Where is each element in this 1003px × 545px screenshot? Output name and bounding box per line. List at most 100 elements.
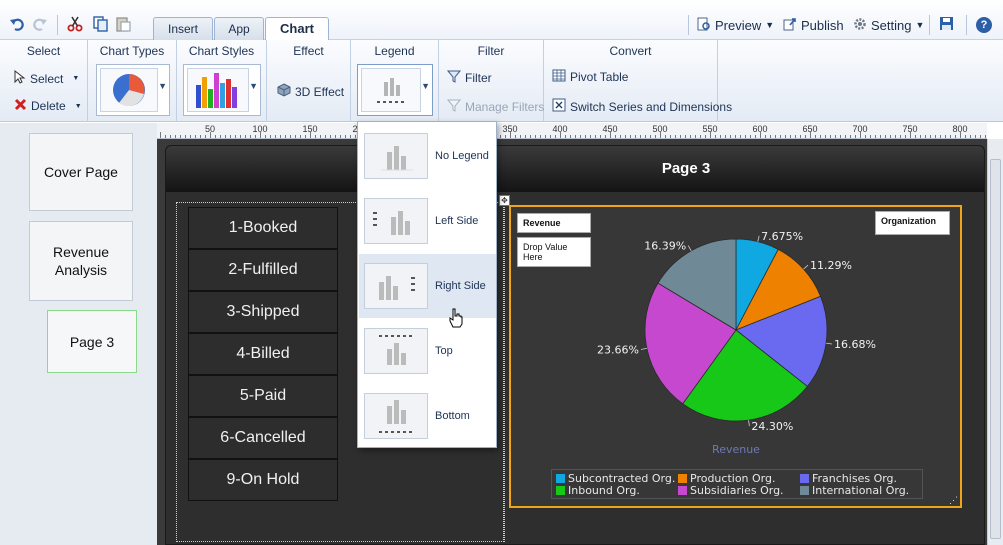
ruler-tick bbox=[540, 135, 541, 138]
ruler-tick bbox=[520, 135, 521, 138]
status-item[interactable]: 6-Cancelled bbox=[188, 417, 338, 459]
status-item[interactable]: 9-On Hold bbox=[188, 459, 338, 501]
chevron-down-icon[interactable]: ▼ bbox=[158, 81, 167, 91]
hand-cursor-icon bbox=[448, 308, 464, 331]
preview-button[interactable]: Preview ▼ bbox=[697, 15, 774, 35]
toolbar-separator bbox=[966, 15, 967, 35]
status-item[interactable]: 1-Booked bbox=[188, 207, 338, 249]
legend-gallery[interactable]: ▼ bbox=[357, 64, 433, 116]
copy-button[interactable] bbox=[91, 14, 109, 34]
legend-label: Inbound Org. bbox=[568, 484, 640, 497]
undo-button[interactable] bbox=[8, 14, 26, 34]
legend-option-left[interactable]: Left Side bbox=[359, 189, 496, 253]
ruler-tick bbox=[705, 135, 706, 138]
help-button[interactable]: ? bbox=[976, 15, 992, 35]
ruler-tick bbox=[300, 135, 301, 138]
paste-icon bbox=[114, 15, 132, 33]
pie-data-label: 16.39% bbox=[644, 240, 686, 253]
chart-legend: Subcontracted Org. Production Org. Franchi… bbox=[551, 469, 923, 499]
filter-button[interactable]: Filter bbox=[446, 69, 492, 86]
ruler-tick bbox=[310, 132, 311, 138]
ruler-tick bbox=[210, 132, 211, 138]
paste-button[interactable] bbox=[114, 14, 132, 34]
chevron-down-icon[interactable]: ▼ bbox=[421, 81, 430, 91]
bar-chart-style-icon bbox=[187, 68, 249, 112]
ruler-tick bbox=[610, 132, 611, 138]
cut-button[interactable] bbox=[66, 14, 84, 34]
ruler-tick bbox=[240, 135, 241, 138]
ruler-tick bbox=[175, 135, 176, 138]
ruler-tick bbox=[640, 135, 641, 138]
ruler-tick bbox=[935, 135, 936, 138]
status-item[interactable]: 2-Fulfilled bbox=[188, 249, 338, 291]
ruler-tick bbox=[840, 135, 841, 138]
tab-insert[interactable]: Insert bbox=[153, 17, 213, 40]
status-item[interactable]: 4-Billed bbox=[188, 333, 338, 375]
3d-effect-button[interactable]: 3D Effect bbox=[277, 83, 344, 100]
pivot-table-button[interactable]: Pivot Table bbox=[552, 69, 628, 85]
resize-grip-icon[interactable]: ⋰ bbox=[949, 495, 958, 506]
ruler-tick bbox=[235, 135, 236, 138]
switch-series-button[interactable]: Switch Series and Dimensions bbox=[552, 98, 732, 115]
filter-group: Filter Filter Manage Filters bbox=[439, 40, 544, 122]
manage-filters-label: Manage Filters bbox=[465, 99, 545, 114]
ruler-tick bbox=[940, 135, 941, 138]
tab-chart[interactable]: Chart bbox=[265, 17, 329, 41]
chevron-down-icon[interactable]: ▼ bbox=[249, 81, 258, 91]
ruler-tick bbox=[825, 135, 826, 138]
legend-option-bottom[interactable]: Bottom bbox=[359, 384, 496, 448]
ruler-tick bbox=[855, 135, 856, 138]
legend-bottom-icon bbox=[364, 393, 428, 439]
legend-option-none[interactable]: No Legend bbox=[359, 124, 496, 188]
vertical-scrollbar[interactable] bbox=[987, 139, 1003, 545]
ruler-tick bbox=[905, 135, 906, 138]
chevron-down-icon: ▼ bbox=[74, 102, 82, 110]
ruler-tick bbox=[600, 135, 601, 138]
status-item[interactable]: 5-Paid bbox=[188, 375, 338, 417]
ruler-tick bbox=[270, 135, 271, 138]
legend-left-icon bbox=[364, 198, 428, 244]
pie-leader-line bbox=[825, 342, 833, 345]
ruler-tick bbox=[780, 135, 781, 138]
ruler-tick bbox=[890, 135, 891, 138]
ruler-tick bbox=[710, 132, 711, 138]
status-item[interactable]: 3-Shipped bbox=[188, 291, 338, 333]
publish-button[interactable]: Publish bbox=[783, 15, 844, 35]
filter-title: Filter bbox=[477, 44, 505, 58]
ruler-tick bbox=[805, 135, 806, 138]
chart-style-gallery[interactable]: ▼ bbox=[183, 64, 261, 116]
scissors-icon bbox=[66, 15, 84, 33]
legend-item: Subsidiaries Org. bbox=[678, 484, 784, 497]
pie-leader-line bbox=[757, 235, 760, 242]
select-button[interactable]: Select ▼ bbox=[14, 69, 79, 87]
ruler-tick bbox=[765, 135, 766, 138]
delete-x-icon bbox=[14, 98, 27, 114]
scrollbar-thumb[interactable] bbox=[990, 159, 1001, 539]
manage-filters-button[interactable]: Manage Filters bbox=[446, 98, 545, 115]
page-thumb-cover[interactable]: Cover Page bbox=[29, 133, 133, 211]
ruler-tick bbox=[915, 135, 916, 138]
legend-swatch bbox=[556, 474, 565, 483]
ruler-tick bbox=[260, 132, 261, 138]
ruler-tick bbox=[870, 135, 871, 138]
pie-chart-widget[interactable]: Revenue Drop Value Here Organization 7.6… bbox=[509, 205, 962, 508]
funnel-icon bbox=[446, 98, 462, 115]
legend-option-right[interactable]: Right Side bbox=[359, 254, 496, 318]
setting-button[interactable]: Setting ▼ bbox=[853, 15, 924, 35]
page-thumb-page3[interactable]: Page 3 bbox=[47, 310, 137, 373]
save-button[interactable] bbox=[939, 15, 954, 35]
ruler-tick bbox=[930, 135, 931, 138]
top-toolbar: Insert App Chart Preview ▼ Publish Setti… bbox=[0, 0, 1003, 41]
chart-type-gallery[interactable]: ▼ bbox=[96, 64, 170, 116]
ruler-tick bbox=[290, 135, 291, 138]
legend-option-top[interactable]: Top bbox=[359, 319, 496, 383]
convert-group: Convert Pivot Table Switch Series and Di… bbox=[544, 40, 732, 122]
redo-button[interactable] bbox=[31, 14, 49, 34]
delete-button[interactable]: Delete ▼ bbox=[14, 98, 82, 114]
pie-chart-icon bbox=[100, 68, 158, 112]
page-thumb-revenue[interactable]: Revenue Analysis bbox=[29, 221, 133, 301]
ruler-tick bbox=[960, 132, 961, 138]
ruler-tick bbox=[595, 135, 596, 138]
tab-app[interactable]: App bbox=[214, 17, 264, 40]
ruler-tick bbox=[850, 135, 851, 138]
